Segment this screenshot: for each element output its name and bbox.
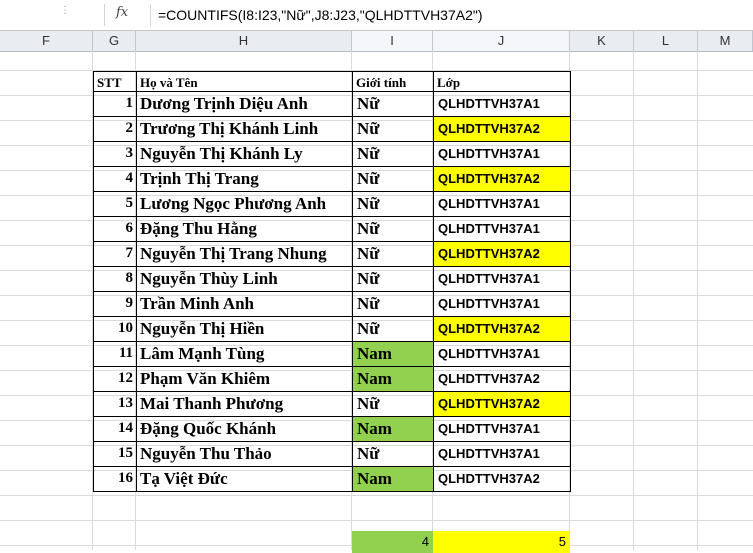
column-header-j[interactable]: J xyxy=(433,31,570,51)
name-cell[interactable]: Lương Ngọc Phương Anh xyxy=(136,191,353,217)
stt-cell[interactable]: 7 xyxy=(93,241,137,267)
name-cell[interactable]: Dương Trịnh Diệu Anh xyxy=(136,91,353,117)
name-cell[interactable]: Đặng Thu Hằng xyxy=(136,216,353,242)
column-header-l[interactable]: L xyxy=(634,31,698,51)
name-cell[interactable]: Nguyễn Thị Trang Nhung xyxy=(136,241,353,267)
stt-cell[interactable]: 13 xyxy=(93,391,137,417)
class-cell[interactable]: QLHDTTVH37A1 xyxy=(433,141,571,167)
column-header-m[interactable]: M xyxy=(698,31,753,51)
name-cell[interactable]: Nguyễn Thu Thảo xyxy=(136,441,353,467)
table-header-name[interactable]: Họ và Tên xyxy=(136,71,353,92)
column-header-k[interactable]: K xyxy=(570,31,634,51)
gender-cell[interactable]: Nữ xyxy=(352,91,434,117)
column-header-f[interactable]: F xyxy=(0,31,93,51)
class-cell[interactable]: QLHDTTVH37A2 xyxy=(433,116,571,142)
name-cell[interactable]: Tạ Việt Đức xyxy=(136,466,353,492)
gender-cell[interactable]: Nữ xyxy=(352,141,434,167)
worksheet-grid[interactable]: STT Họ và Tên Giới tính Lớp 1 Dương Trịnh Diệ… xyxy=(0,51,753,553)
stt-cell[interactable]: 8 xyxy=(93,266,137,292)
class-cell[interactable]: QLHDTTVH37A1 xyxy=(433,191,571,217)
column-header-h[interactable]: H xyxy=(136,31,352,51)
insert-function-icon[interactable]: fx xyxy=(116,5,152,25)
stt-cell[interactable]: 14 xyxy=(93,416,137,442)
gender-cell[interactable]: Nữ xyxy=(352,266,434,292)
class-cell[interactable]: QLHDTTVH37A1 xyxy=(433,291,571,317)
gender-cell[interactable]: Nữ xyxy=(352,166,434,192)
gender-cell[interactable]: Nam xyxy=(352,416,434,442)
name-cell[interactable]: Phạm Văn Khiêm xyxy=(136,366,353,392)
class-cell[interactable]: QLHDTTVH37A1 xyxy=(433,416,571,442)
stt-cell[interactable]: 3 xyxy=(93,141,137,167)
stt-cell[interactable]: 15 xyxy=(93,441,137,467)
formula-input[interactable]: =COUNTIFS(I8:I23,"Nữ",J8:J23,"QLHDTTVH37… xyxy=(158,0,483,30)
gender-cell[interactable]: Nữ xyxy=(352,116,434,142)
resize-grip-icon[interactable]: ⋮ xyxy=(60,6,70,24)
name-cell[interactable]: Trương Thị Khánh Linh xyxy=(136,116,353,142)
table-header-class[interactable]: Lớp xyxy=(433,71,571,92)
stt-cell[interactable]: 5 xyxy=(93,191,137,217)
class-cell[interactable]: QLHDTTVH37A1 xyxy=(433,266,571,292)
column-header-g[interactable]: G xyxy=(93,31,136,51)
class-cell[interactable]: QLHDTTVH37A2 xyxy=(433,166,571,192)
name-cell[interactable]: Nguyễn Thùy Linh xyxy=(136,266,353,292)
gender-cell[interactable]: Nam xyxy=(352,366,434,392)
stt-cell[interactable]: 9 xyxy=(93,291,137,317)
name-cell[interactable]: Nguyễn Thị Khánh Ly xyxy=(136,141,353,167)
name-cell[interactable]: Lâm Mạnh Tùng xyxy=(136,341,353,367)
stt-cell[interactable]: 11 xyxy=(93,341,137,367)
name-cell[interactable]: Mai Thanh Phương xyxy=(136,391,353,417)
stt-cell[interactable]: 12 xyxy=(93,366,137,392)
class-cell[interactable]: QLHDTTVH37A2 xyxy=(433,466,571,492)
class-cell[interactable]: QLHDTTVH37A2 xyxy=(433,391,571,417)
stt-cell[interactable]: 10 xyxy=(93,316,137,342)
gender-cell[interactable]: Nữ xyxy=(352,241,434,267)
gender-cell[interactable]: Nam xyxy=(352,341,434,367)
column-header-row: FGHIJKLM xyxy=(0,31,753,52)
formula-bar: ⋮ fx =COUNTIFS(I8:I23,"Nữ",J8:J23,"QLHDT… xyxy=(0,0,753,31)
class-cell[interactable]: QLHDTTVH37A1 xyxy=(433,91,571,117)
name-cell[interactable]: Trần Minh Anh xyxy=(136,291,353,317)
table-header-stt[interactable]: STT xyxy=(93,71,137,92)
stt-cell[interactable]: 16 xyxy=(93,466,137,492)
stt-cell[interactable]: 2 xyxy=(93,116,137,142)
class-cell[interactable]: QLHDTTVH37A2 xyxy=(433,241,571,267)
name-cell[interactable]: Đặng Quốc Khánh xyxy=(136,416,353,442)
stt-cell[interactable]: 6 xyxy=(93,216,137,242)
gender-cell[interactable]: Nam xyxy=(352,466,434,492)
gender-cell[interactable]: Nữ xyxy=(352,391,434,417)
class-cell[interactable]: QLHDTTVH37A1 xyxy=(433,216,571,242)
table-header-gender[interactable]: Giới tính xyxy=(352,71,434,92)
class-cell[interactable]: QLHDTTVH37A2 xyxy=(433,316,571,342)
stt-cell[interactable]: 4 xyxy=(93,166,137,192)
gender-cell[interactable]: Nữ xyxy=(352,316,434,342)
name-cell[interactable]: Nguyễn Thị Hiền xyxy=(136,316,353,342)
class-cell[interactable]: QLHDTTVH37A1 xyxy=(433,441,571,467)
gender-cell[interactable]: Nữ xyxy=(352,216,434,242)
column-header-i[interactable]: I xyxy=(352,31,433,51)
gender-cell[interactable]: Nữ xyxy=(352,441,434,467)
stt-cell[interactable]: 1 xyxy=(93,91,137,117)
class-cell[interactable]: QLHDTTVH37A2 xyxy=(433,366,571,392)
gender-cell[interactable]: Nữ xyxy=(352,191,434,217)
class-cell[interactable]: QLHDTTVH37A1 xyxy=(433,341,571,367)
gender-cell[interactable]: Nữ xyxy=(352,291,434,317)
name-cell[interactable]: Trịnh Thị Trang xyxy=(136,166,353,192)
